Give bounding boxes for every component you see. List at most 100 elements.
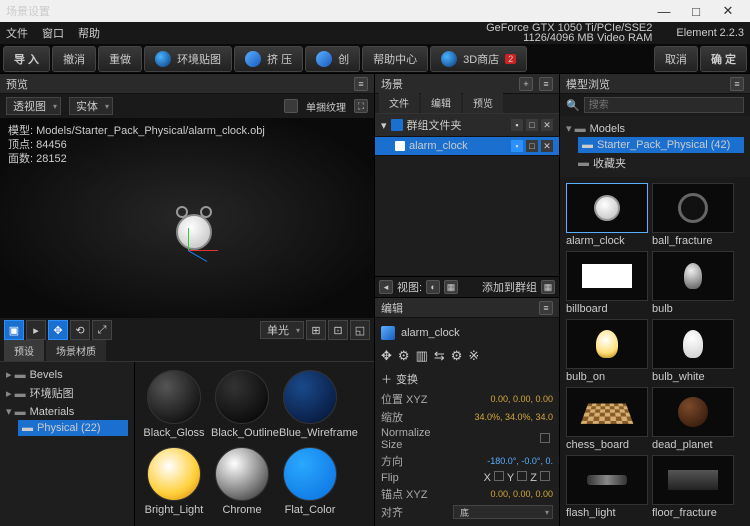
- material-Flat_Color[interactable]: Flat_Color: [279, 447, 341, 518]
- scale-tool[interactable]: ⤢: [92, 320, 112, 340]
- scene-item-alarm-clock[interactable]: alarm_clock ▪□✕: [375, 137, 559, 156]
- tab-preset[interactable]: 预设: [4, 340, 44, 361]
- flip-z-checkbox[interactable]: [540, 471, 550, 481]
- rotate-tool[interactable]: ⟲: [70, 320, 90, 340]
- select-tool[interactable]: ▸: [26, 320, 46, 340]
- vp-opt3[interactable]: ◱: [350, 320, 370, 340]
- delete-icon[interactable]: ✕: [541, 140, 553, 152]
- view-grid-icon[interactable]: ▦: [444, 280, 458, 294]
- ok-button[interactable]: 确 定: [700, 46, 747, 72]
- tab-scenemat[interactable]: 场景材质: [46, 340, 106, 361]
- material-Black_Gloss[interactable]: Black_Gloss: [143, 370, 205, 441]
- tree-envmap[interactable]: ▸ ▬环境贴图: [6, 383, 128, 403]
- version: 2.2.3: [720, 27, 744, 39]
- view-prev-icon[interactable]: ◂: [379, 280, 393, 294]
- position-value[interactable]: 0.00, 0.00, 0.00: [453, 394, 553, 404]
- normalize-checkbox[interactable]: [540, 433, 550, 443]
- direction-value[interactable]: -180.0°, -0.0°, 0.: [453, 456, 553, 466]
- close-button[interactable]: ✕: [712, 3, 744, 19]
- gear-icon[interactable]: ⚙: [398, 348, 410, 364]
- vp-opt2[interactable]: ⊡: [328, 320, 348, 340]
- vis-toggle[interactable]: ▪: [511, 119, 523, 131]
- material-Blue_Wireframe[interactable]: Blue_Wireframe: [279, 370, 341, 441]
- model-flash_light[interactable]: flash_light: [566, 455, 648, 519]
- panel-menu-icon[interactable]: ≡: [354, 77, 368, 91]
- minimize-button[interactable]: —: [648, 4, 680, 19]
- view-dropdown[interactable]: 透视图: [6, 97, 61, 115]
- undo-button[interactable]: 撤消: [52, 46, 96, 72]
- tree-bevels[interactable]: ▸ ▬Bevels: [6, 366, 128, 383]
- camera-tool[interactable]: ▣: [4, 320, 24, 340]
- model-alarm-clock: [176, 214, 212, 250]
- flip-x-checkbox[interactable]: [494, 471, 504, 481]
- cancel-button[interactable]: 取消: [654, 46, 698, 72]
- move-tool[interactable]: ✥: [48, 320, 68, 340]
- scene-tab-edit[interactable]: 编辑: [421, 92, 461, 113]
- vp-opt1[interactable]: ⊞: [306, 320, 326, 340]
- panel-menu-icon[interactable]: ≡: [539, 301, 553, 315]
- scene-add-icon[interactable]: +: [519, 77, 533, 91]
- create-button[interactable]: 创: [305, 46, 360, 72]
- gear-icon[interactable]: ⚙: [451, 348, 463, 364]
- panel-menu-icon[interactable]: ≡: [539, 77, 553, 91]
- material-Chrome[interactable]: Chrome: [211, 447, 273, 518]
- plus-icon[interactable]: ＋: [381, 371, 392, 387]
- model-dead_planet[interactable]: dead_planet: [652, 387, 734, 451]
- import-button[interactable]: 导 入: [3, 46, 50, 72]
- menu-file[interactable]: 文件: [6, 25, 28, 41]
- fullscreen-icon[interactable]: ⛶: [354, 99, 368, 113]
- fx-icon[interactable]: ※: [468, 348, 479, 364]
- model-bulb_on[interactable]: bulb_on: [566, 319, 648, 383]
- tree-models[interactable]: ▾ ▬Models: [566, 120, 744, 137]
- extrude-button[interactable]: 挤 压: [234, 46, 303, 72]
- material-Bright_Light[interactable]: Bright_Light: [143, 447, 205, 518]
- model-browser-grid: alarm_clockball_fracturebillboardbulbbul…: [560, 177, 750, 526]
- model-bulb[interactable]: bulb: [652, 251, 734, 315]
- model-floor_fracture[interactable]: floor_fracture: [652, 455, 734, 519]
- tree-starter-pack[interactable]: ▬Starter_Pack_Physical (42): [578, 137, 744, 153]
- panel-menu-icon[interactable]: ≡: [730, 77, 744, 91]
- light-dropdown[interactable]: 单光: [260, 321, 304, 339]
- envmap-button[interactable]: 环境贴图: [144, 46, 232, 72]
- scene-tab-preview[interactable]: 预览: [463, 92, 503, 113]
- cube-icon: [381, 326, 395, 340]
- solo-toggle[interactable]: □: [526, 119, 538, 131]
- preview-header: 预览 ≡: [0, 74, 374, 94]
- checkbox-singletex[interactable]: [284, 99, 298, 113]
- add-group-icon[interactable]: ▦: [541, 280, 555, 294]
- vis-toggle[interactable]: ▪: [511, 140, 523, 152]
- viewport-3d[interactable]: 模型: Models/Starter_Pack_Physical/alarm_c…: [0, 118, 374, 318]
- group-folder-row[interactable]: ▾群组文件夹 ▪□✕: [375, 114, 559, 137]
- maximize-button[interactable]: □: [680, 4, 712, 19]
- view-mode-icon[interactable]: ◐: [426, 280, 440, 294]
- search-input[interactable]: [584, 97, 744, 113]
- window-title: 场景设置: [6, 3, 50, 19]
- material-Black_Outline[interactable]: Black_Outline: [211, 370, 273, 441]
- menu-window[interactable]: 窗口: [42, 25, 64, 41]
- flip-y-checkbox[interactable]: [517, 471, 527, 481]
- redo-button[interactable]: 重做: [98, 46, 142, 72]
- shading-dropdown[interactable]: 实体: [69, 97, 113, 115]
- model-billboard[interactable]: billboard: [566, 251, 648, 315]
- model-ball_fracture[interactable]: ball_fracture: [652, 183, 734, 247]
- helpcenter-button[interactable]: 帮助中心: [362, 46, 428, 72]
- model-bulb_white[interactable]: bulb_white: [652, 319, 734, 383]
- tree-favorites[interactable]: ▬收藏夹: [578, 153, 744, 173]
- add-to-group-button[interactable]: 添加到群组: [482, 279, 537, 295]
- scene-tab-file[interactable]: 文件: [379, 92, 419, 113]
- tree-materials[interactable]: ▾ ▬Materials: [6, 403, 128, 420]
- align-dropdown[interactable]: 底: [453, 505, 553, 519]
- menubar: 文件 窗口 帮助 GeForce GTX 1050 Ti/PCIe/SSE2 1…: [0, 22, 750, 44]
- layers-icon[interactable]: ▥: [416, 348, 428, 364]
- scale-value[interactable]: 34.0%, 34.0%, 34.0: [453, 412, 553, 422]
- anchor-value[interactable]: 0.00, 0.00, 0.00: [453, 489, 553, 499]
- tree-physical[interactable]: ▬Physical (22): [18, 420, 128, 436]
- solo-toggle[interactable]: □: [526, 140, 538, 152]
- model-chess_board[interactable]: chess_board: [566, 387, 648, 451]
- move-icon[interactable]: ✥: [381, 348, 392, 364]
- delete-icon[interactable]: ✕: [541, 119, 553, 131]
- link-icon[interactable]: ⇆: [434, 348, 445, 364]
- store-button[interactable]: 3D商店2: [430, 46, 527, 72]
- menu-help[interactable]: 帮助: [78, 25, 100, 41]
- model-alarm_clock[interactable]: alarm_clock: [566, 183, 648, 247]
